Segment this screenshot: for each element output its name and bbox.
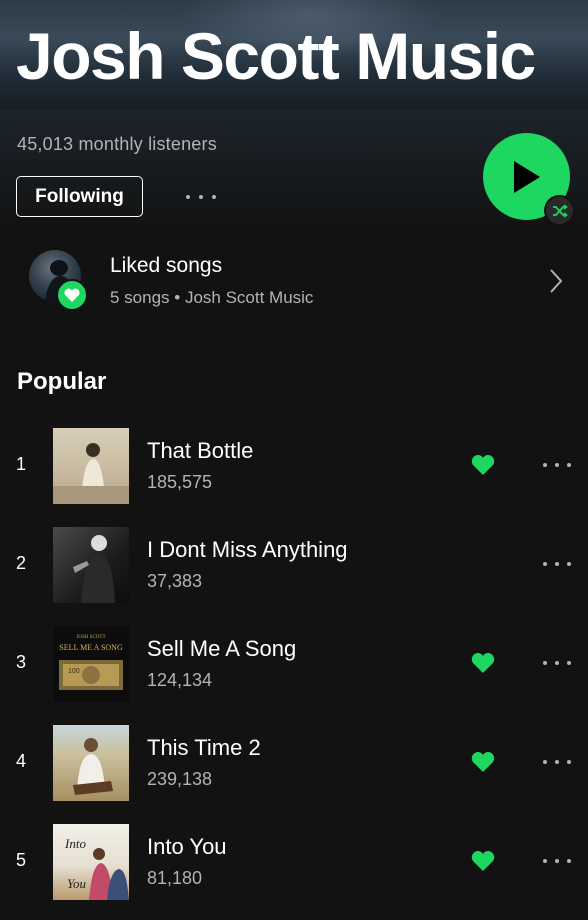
track-play-count: 124,134 [147,670,213,690]
track-row[interactable]: 3 JOSH SCOTT SELL ME A SONG 100 Sell Me … [0,626,588,704]
popular-heading: Popular [17,368,107,395]
more-dot [555,661,559,665]
monthly-listeners: 45,013 monthly listeners [17,134,217,154]
liked-songs-subtitle: 5 songs • Josh Scott Music [110,288,314,307]
track-more-options-button[interactable] [543,755,571,769]
track-more-options-button[interactable] [543,458,571,472]
more-dot [543,562,547,566]
more-dot [543,463,547,467]
track-row[interactable]: 4 This Time 2 239,138 [0,725,588,803]
track-play-count: 37,383 [147,571,203,591]
shuffle-badge-inner [546,197,573,224]
cover-sell-me-a-song: JOSH SCOTT SELL ME A SONG 100 [59,635,123,690]
more-dot [199,195,203,199]
shuffle-button[interactable] [544,195,575,226]
svg-text:SELL ME A SONG: SELL ME A SONG [59,643,123,652]
track-rank: 2 [16,553,27,573]
cover-artist-text: JOSH SCOTT [76,635,105,640]
liked-heart-icon[interactable] [471,751,495,772]
track-rank: 3 [16,652,27,672]
more-dot [555,463,559,467]
track-more-options-button[interactable] [543,656,571,670]
more-dot [555,859,559,863]
track-cover-art [53,725,129,801]
more-dot [567,562,571,566]
heart-icon [64,288,80,302]
svg-text:100: 100 [68,668,80,675]
more-dot [567,661,571,665]
track-more-options-button[interactable] [543,854,571,868]
more-dot [567,760,571,764]
chevron-right-icon [550,269,563,293]
track-title: This Time 2 [147,735,261,760]
cover-figure [73,738,113,795]
more-dot [567,859,571,863]
track-play-count: 185,575 [147,472,213,492]
track-title: I Dont Miss Anything [147,537,348,562]
track-cover-art: JOSH SCOTT SELL ME A SONG 100 [53,626,129,702]
track-cover-art: Into You [53,824,129,900]
track-row[interactable]: 5 Into You Into You 81,180 [0,824,588,902]
track-rank: 1 [16,454,27,474]
liked-songs-title: Liked songs [110,254,223,277]
more-dot [543,661,547,665]
track-cover-art [53,428,129,504]
more-dot [543,760,547,764]
shuffle-icon [552,203,568,218]
cover-figure [73,535,115,603]
play-icon [513,160,540,193]
track-row[interactable]: 2 I Dont Miss Anything 37,383 [0,527,588,605]
liked-songs-row[interactable]: Liked songs 5 songs • Josh Scott Music [0,246,588,320]
track-rank: 5 [16,850,27,870]
track-play-count: 81,180 [147,868,203,888]
liked-heart-icon[interactable] [471,454,495,475]
cover-figure: Into You [64,836,129,900]
track-play-count: 239,138 [147,769,213,789]
artist-more-options-button[interactable] [186,186,216,208]
more-dot [212,195,216,199]
track-rank: 4 [16,751,27,771]
track-cover-art [53,527,129,603]
more-dot [555,760,559,764]
liked-heart-icon[interactable] [471,652,495,673]
more-dot [567,463,571,467]
track-row[interactable]: 1 That Bottle 185,575 [0,428,588,506]
svg-text:Into: Into [64,836,86,851]
artist-name: Josh Scott Music [16,19,536,93]
more-dot [555,562,559,566]
track-title: Sell Me A Song [147,636,297,661]
more-dot [186,195,190,199]
cover-figure [53,443,129,504]
track-title: That Bottle [147,438,254,463]
track-title: Into You [147,834,227,859]
liked-heart-badge [56,279,88,311]
more-dot [543,859,547,863]
liked-heart-icon[interactable] [471,850,495,871]
svg-text:You: You [67,876,87,891]
following-button[interactable]: Following [16,176,143,217]
track-more-options-button[interactable] [543,557,571,571]
